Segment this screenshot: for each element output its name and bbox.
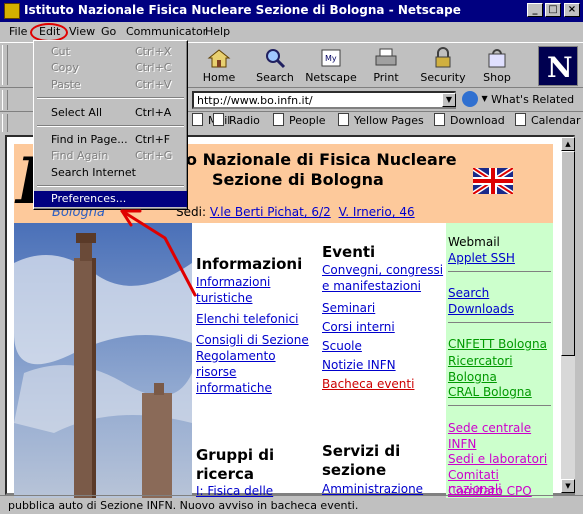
red-arrow-annotation <box>120 209 197 297</box>
